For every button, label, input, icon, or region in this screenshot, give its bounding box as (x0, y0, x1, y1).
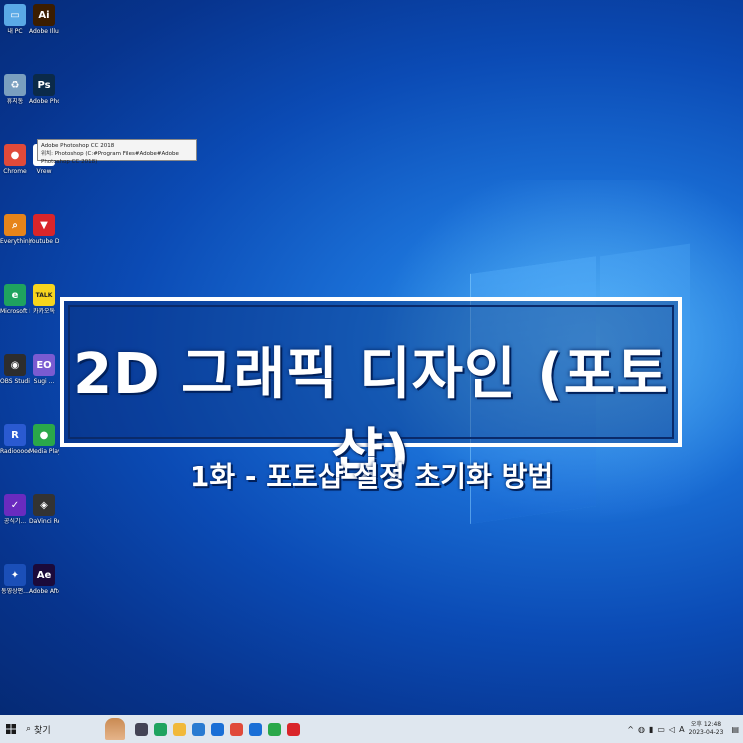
search-placeholder: 찾기 (34, 725, 51, 736)
taskbar-mail[interactable] (208, 715, 227, 743)
desktop-icon-label: OBS Studio (0, 378, 30, 385)
icon-everything[interactable]: ⌕ Everything (0, 214, 30, 245)
taskbar-app-red[interactable] (284, 715, 303, 743)
desktop-icon-label: 휴지통 (6, 98, 24, 105)
taskbar-app-red-icon (287, 722, 300, 736)
taskbar-task-view-icon (135, 722, 148, 736)
taskbar-app-green[interactable] (265, 715, 284, 743)
desktop-background: ▭ 내 PC Ai Adobe Illustrator... ♻ 휴지통 Ps Adobe P… (0, 0, 743, 715)
icon-media-player-icon: ● (33, 424, 55, 446)
ime-indicator[interactable]: A (679, 725, 684, 734)
taskbar-pinned-apps (132, 715, 303, 743)
taskbar: ⌕ 찾기 ^ ◍ ▮ ▭ ◁ A 오후 12:48 2023-04-23 ▤ (0, 715, 743, 743)
desktop-icon-label: 카카오톡 (32, 308, 56, 315)
taskbar-store-icon (192, 722, 205, 736)
taskbar-task-view[interactable] (132, 715, 151, 743)
taskbar-cortana-avatar[interactable] (98, 715, 132, 743)
taskbar-app-green-icon (268, 722, 281, 736)
taskbar-edge-icon (154, 722, 167, 736)
icon-app-runner[interactable]: ✦ 동영상편... (0, 564, 30, 595)
desktop-icon-label: Vrew (36, 168, 52, 175)
icon-media-player[interactable]: ● Media Player (29, 424, 59, 455)
tooltip-title: Adobe Photoshop CC 2018 (41, 143, 115, 149)
taskbar-search[interactable]: ⌕ 찾기 (22, 715, 98, 743)
desktop-icon-label: Youtube Downloa... (29, 238, 59, 245)
icon-kakaotalk[interactable]: TALK 카카오톡 (29, 284, 59, 315)
taskbar-edge[interactable] (151, 715, 170, 743)
icon-edge-icon: e (4, 284, 26, 306)
clock-time: 오후 12:48 (690, 721, 722, 728)
taskbar-app-blue-icon (249, 722, 262, 736)
system-tray: ^ ◍ ▮ ▭ ◁ A 오후 12:48 2023-04-23 ▤ (627, 715, 743, 743)
icon-photoshop[interactable]: Ps Adobe Photosh... (29, 74, 59, 105)
taskbar-explorer-icon (173, 722, 186, 736)
display-icon[interactable]: ▭ (657, 725, 665, 734)
icon-chrome[interactable]: ● Chrome (0, 144, 30, 175)
start-button[interactable] (0, 715, 22, 743)
icon-youtube-downloader[interactable]: ▼ Youtube Downloa... (29, 214, 59, 245)
icon-obs[interactable]: ◉ OBS Studio (0, 354, 30, 385)
taskbar-chrome[interactable] (227, 715, 246, 743)
icon-photoshop-icon: Ps (33, 74, 55, 96)
desktop-icon-label: Chrome (3, 168, 27, 175)
icon-chrome-icon: ● (4, 144, 26, 166)
icon-edge[interactable]: e Microsoft Edge (0, 284, 30, 315)
taskbar-mail-icon (211, 722, 224, 736)
avatar (105, 718, 125, 740)
desktop-icon-label: Media Player (29, 448, 59, 455)
icon-radiooooo-icon: R (4, 424, 26, 446)
title-banner: 2D 그래픽 디자인 (포토샵) (60, 297, 682, 488)
icon-app-runner-icon: ✦ (4, 564, 26, 586)
taskbar-explorer[interactable] (170, 715, 189, 743)
icon-davinci[interactable]: ◈ DaVinci Resolve (29, 494, 59, 525)
notification-icon[interactable]: ▤ (727, 725, 743, 734)
icon-app-purple[interactable]: ✓ 공식기... (0, 494, 30, 525)
taskbar-clock[interactable]: 오후 12:48 2023-04-23 (689, 721, 724, 737)
icon-after-effects-icon: Ae (33, 564, 55, 586)
icon-kakaotalk-icon: TALK (33, 284, 55, 306)
taskbar-store[interactable] (189, 715, 208, 743)
desktop-icon-label: Sugi ... (33, 378, 55, 385)
icon-app-purple-icon: ✓ (4, 494, 26, 516)
icon-radiooooo[interactable]: R Radiooooo (0, 424, 30, 455)
icon-obs-icon: ◉ (4, 354, 26, 376)
desktop-icon-label: 동영상편... (1, 588, 29, 595)
desktop-icon-label: Adobe Photosh... (29, 98, 59, 105)
desktop-icon-label: Adobe After Effects CC... (29, 588, 59, 595)
network-icon[interactable]: ◍ (638, 725, 645, 734)
desktop-icon-label: DaVinci Resolve (29, 518, 59, 525)
icon-illustrator[interactable]: Ai Adobe Illustrator... (29, 4, 59, 35)
search-icon: ⌕ (26, 724, 32, 734)
chevron-up-icon[interactable]: ^ (627, 725, 634, 734)
icon-everything-icon: ⌕ (4, 214, 26, 236)
icon-recycle-bin[interactable]: ♻ 휴지통 (0, 74, 30, 105)
desktop-icon-label: Adobe Illustrator... (29, 28, 59, 35)
windows-logo-icon (6, 724, 16, 734)
icon-illustrator-icon: Ai (33, 4, 55, 26)
desktop-icon-label: 공식기... (3, 518, 27, 525)
icon-youtube-downloader-icon: ▼ (33, 214, 55, 236)
icon-sugi-icon: EO (33, 354, 55, 376)
desktop-icon-label: Radiooooo (0, 448, 30, 455)
desktop-icon-label: Everything (0, 238, 30, 245)
icon-this-pc-icon: ▭ (4, 4, 26, 26)
banner-subtitle: 1화 - 포토샵 설정 초기화 방법 (189, 460, 554, 493)
desktop-icon-label: Microsoft Edge (0, 308, 30, 315)
volume-icon[interactable]: ◁ (669, 725, 675, 734)
icon-this-pc[interactable]: ▭ 내 PC (0, 4, 30, 35)
icon-after-effects[interactable]: Ae Adobe After Effects CC... (29, 564, 59, 595)
icon-davinci-icon: ◈ (33, 494, 55, 516)
clock-date: 2023-04-23 (688, 729, 724, 736)
icon-recycle-bin-icon: ♻ (4, 74, 26, 96)
taskbar-chrome-icon (230, 722, 243, 736)
tooltip-location: 위치: Photoshop (C:#Program Files#Adobe#Ad… (41, 151, 179, 165)
icon-tooltip: Adobe Photoshop CC 2018 위치: Photoshop (C… (37, 139, 197, 165)
icon-sugi[interactable]: EO Sugi ... (29, 354, 59, 385)
taskbar-app-blue[interactable] (246, 715, 265, 743)
desktop-icon-label: 내 PC (7, 28, 23, 35)
microphone-icon[interactable]: ▮ (649, 725, 653, 734)
